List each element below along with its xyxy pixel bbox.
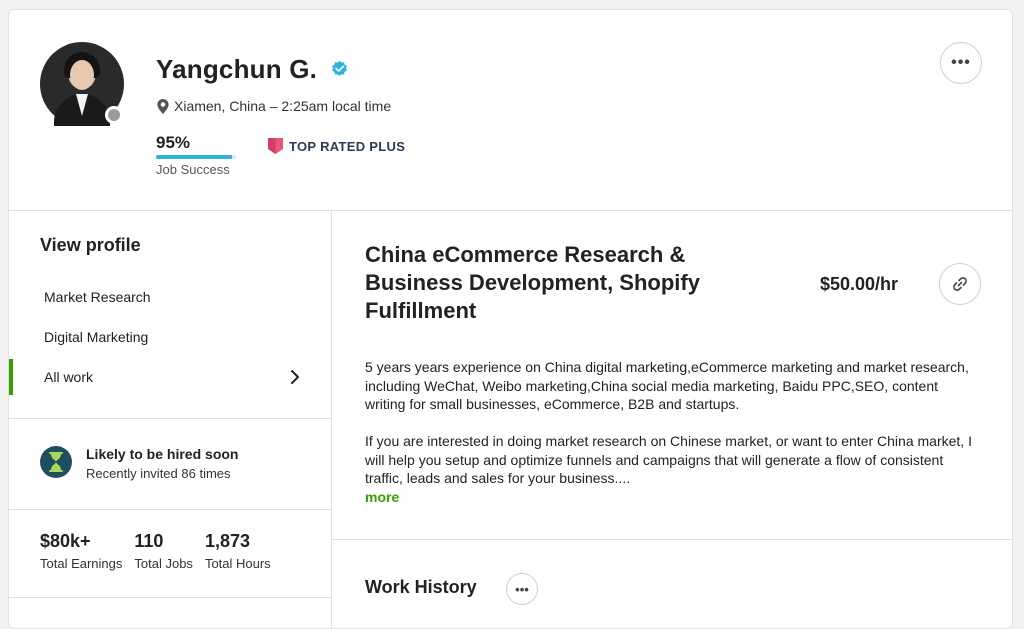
profile-headline: China eCommerce Research & Business Deve… — [365, 242, 700, 323]
ellipsis-icon: ••• — [515, 581, 529, 597]
freelancer-name: Yangchun G. — [156, 54, 318, 84]
stat-total-earnings: $80k+ Total Earnings — [40, 531, 122, 571]
top-rated-plus-icon — [268, 138, 283, 154]
more-options-button[interactable]: ••• — [940, 42, 982, 84]
job-success-score[interactable]: 95% Job Success — [156, 133, 236, 177]
location-text: Xiamen, China – 2:25am local time — [174, 98, 392, 114]
main-divider — [332, 539, 1012, 540]
sidebar-item-label: Market Research — [44, 289, 151, 305]
stat-total-hours: 1,873 Total Hours — [205, 531, 271, 571]
job-success-bar — [156, 155, 236, 159]
profile-card: Yangchun G. Xiamen, China – 2:25am local… — [8, 9, 1013, 629]
sidebar-divider — [9, 418, 331, 419]
profile-main: China eCommerce Research & Business Deve… — [332, 211, 1012, 628]
hire-subtitle: Recently invited 86 times — [86, 466, 231, 481]
more-link[interactable]: more — [365, 488, 980, 507]
verified-badge-icon — [332, 60, 347, 76]
stat-value: 110 — [134, 531, 164, 551]
hire-likelihood: Likely to be hired soon Recently invited… — [40, 446, 238, 481]
link-icon — [953, 277, 967, 291]
hourly-rate: $50.00/hr — [820, 274, 899, 294]
stat-total-jobs: 110 Total Jobs — [134, 531, 193, 571]
stat-value: $80k+ — [40, 531, 91, 551]
overview-paragraph: If you are interested in doing market re… — [365, 433, 972, 486]
job-success-label: Job Success — [156, 162, 230, 177]
top-rated-plus-badge[interactable]: TOP RATED PLUS — [268, 138, 405, 154]
top-rated-plus-label: TOP RATED PLUS — [289, 138, 406, 154]
sidebar-item-market-research[interactable]: Market Research — [9, 279, 331, 315]
sidebar-divider — [9, 597, 331, 598]
sidebar-item-all-work[interactable]: All work — [9, 359, 331, 395]
hire-title: Likely to be hired soon — [86, 446, 239, 462]
work-history-title: Work History — [365, 577, 477, 597]
sidebar-item-label: Digital Marketing — [44, 329, 149, 345]
stat-label: Total Earnings — [40, 556, 123, 571]
online-status-dot — [105, 106, 123, 124]
sidebar-title: View profile — [40, 235, 141, 255]
job-success-bar-fill — [156, 155, 232, 159]
work-history-options-button[interactable]: ••• — [506, 573, 538, 605]
stat-label: Total Jobs — [134, 556, 193, 571]
job-success-value: 95% — [156, 133, 191, 152]
copy-link-button[interactable] — [939, 263, 981, 305]
stat-label: Total Hours — [204, 556, 271, 571]
hourglass-icon — [40, 446, 72, 478]
profile-overview: 5 years years experience on China digita… — [365, 358, 980, 506]
location-line: Xiamen, China – 2:25am local time — [157, 98, 391, 114]
ellipsis-icon: ••• — [951, 54, 971, 71]
chevron-right-icon — [291, 370, 299, 384]
sidebar-item-label: All work — [44, 369, 94, 385]
sidebar-divider — [9, 509, 331, 510]
sidebar-item-digital-marketing[interactable]: Digital Marketing — [9, 319, 331, 355]
profile-sidebar: View profile Market Research Digital Mar… — [9, 211, 332, 628]
stats-row: $80k+ Total Earnings 110 Total Jobs 1,87… — [40, 531, 271, 571]
overview-paragraph: 5 years years experience on China digita… — [365, 359, 969, 412]
profile-header: Yangchun G. Xiamen, China – 2:25am local… — [9, 10, 1012, 211]
location-pin-icon — [157, 98, 169, 114]
stat-value: 1,873 — [204, 531, 250, 551]
